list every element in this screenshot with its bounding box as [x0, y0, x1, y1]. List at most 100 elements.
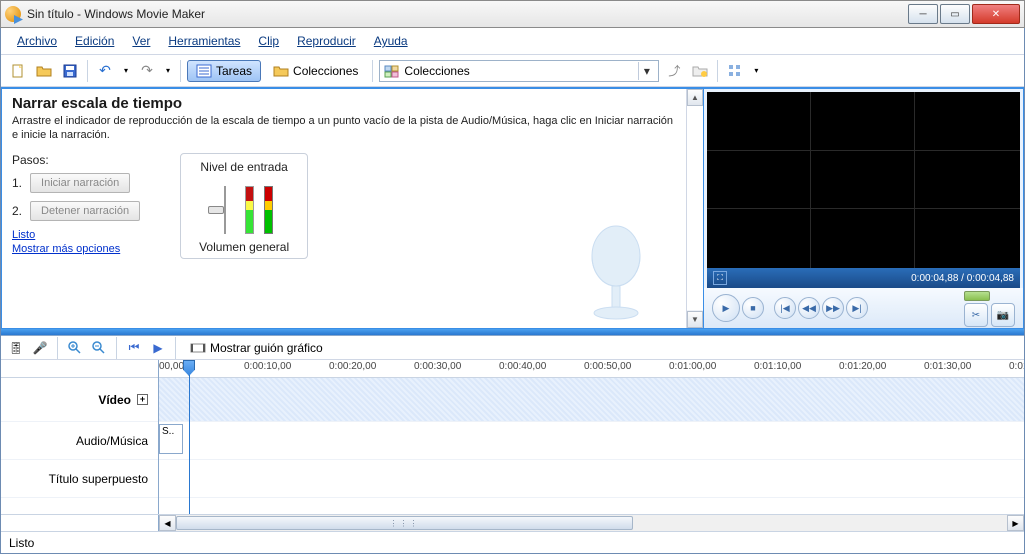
new-folder-button[interactable] [689, 60, 711, 82]
track-label-title: Título superpuesto [1, 460, 158, 498]
forward-button[interactable]: ▶▶ [822, 297, 844, 319]
scroll-left-arrow[interactable]: ◀ [159, 515, 176, 531]
menu-file[interactable]: Archivo [9, 32, 65, 50]
chevron-down-icon: ▾ [638, 62, 654, 80]
toolbar: ↶ ▾ ↷ ▾ Tareas Colecciones Colecciones ▾… [1, 55, 1024, 87]
steps-label: Pasos: [12, 153, 140, 167]
zoom-in-button[interactable] [66, 339, 84, 357]
step-number: 2. [12, 204, 22, 218]
timeline-ruler[interactable]: 00,000:00:10,000:00:20,000:00:30,000:00:… [159, 360, 1024, 378]
stop-button[interactable]: ■ [742, 297, 764, 319]
collection-combo-value: Colecciones [404, 64, 469, 78]
ruler-tick: 0:01:30,00 [924, 361, 971, 372]
expand-video-button[interactable]: + [137, 394, 148, 405]
view-dropdown[interactable]: ▾ [750, 60, 762, 82]
view-button[interactable] [724, 60, 746, 82]
task-heading: Narrar escala de tiempo [12, 95, 676, 112]
stop-narration-button[interactable]: Detener narración [30, 201, 140, 221]
menu-clip[interactable]: Clip [250, 32, 287, 50]
menu-edit[interactable]: Edición [67, 32, 122, 50]
video-track[interactable] [159, 378, 1024, 422]
scroll-thumb[interactable]: ⋮⋮⋮ [176, 516, 633, 530]
more-options-link[interactable]: Mostrar más opciones [12, 243, 140, 255]
snapshot-button[interactable]: 📷 [991, 303, 1015, 327]
collection-combo-icon [384, 63, 400, 79]
scroll-up-arrow[interactable]: ▲ [687, 89, 703, 106]
preview-time: 0:00:04,88 / 0:00:04,88 [911, 273, 1014, 284]
collections-label: Colecciones [293, 64, 358, 78]
preview-controls: ▶ ■ |◀ ◀◀ ▶▶ ▶| ✂ 📷 [704, 288, 1023, 328]
new-project-button[interactable] [7, 60, 29, 82]
status-text: Listo [9, 536, 34, 550]
tasks-button[interactable]: Tareas [187, 60, 261, 82]
separator [57, 337, 58, 359]
rewind-button[interactable]: ◀◀ [798, 297, 820, 319]
play-button[interactable]: ▶ [712, 294, 740, 322]
preview-timebar: ⛶ 0:00:04,88 / 0:00:04,88 [707, 268, 1020, 288]
narrate-button[interactable]: 🎤 [31, 339, 49, 357]
save-button[interactable] [59, 60, 81, 82]
task-vscrollbar[interactable]: ▲ ▼ [686, 89, 703, 328]
audio-track[interactable]: S.. [159, 422, 1024, 460]
task-description: Arrastre el indicador de reproducción de… [12, 114, 676, 143]
ruler-tick: 0:01:10,00 [754, 361, 801, 372]
done-link[interactable]: Listo [12, 229, 140, 241]
show-storyboard-button[interactable]: Mostrar guión gráfico [184, 340, 329, 356]
timeline-play-button[interactable]: ▶ [149, 339, 167, 357]
preview-monitor [707, 92, 1020, 268]
menu-help[interactable]: Ayuda [366, 32, 416, 50]
fullscreen-button[interactable]: ⛶ [713, 271, 727, 285]
timeline-tracks[interactable]: 00,000:00:10,000:00:20,000:00:30,000:00:… [159, 360, 1024, 514]
separator [717, 60, 718, 82]
collection-combobox[interactable]: Colecciones ▾ [379, 60, 659, 82]
folder-icon [273, 63, 289, 79]
menu-play[interactable]: Reproducir [289, 32, 364, 50]
timeline-panel: 🎚 🎤 ⏮ ▶ Mostrar guión gráfico Vídeo + Au… [1, 335, 1024, 531]
track-label-audio: Audio/Música [1, 422, 158, 460]
timeline-toolbar: 🎚 🎤 ⏮ ▶ Mostrar guión gráfico [1, 336, 1024, 360]
step-number: 1. [12, 176, 22, 190]
menu-bar: Archivo Edición Ver Herramientas Clip Re… [1, 28, 1024, 55]
ruler-tick: 0:00:30,00 [414, 361, 461, 372]
menu-tools[interactable]: Herramientas [160, 32, 248, 50]
ruler-tick: 0:00:10,00 [244, 361, 291, 372]
open-button[interactable] [33, 60, 55, 82]
volume-slider[interactable] [215, 186, 235, 234]
audio-clip[interactable]: S.. [159, 424, 183, 454]
title-track[interactable] [159, 460, 1024, 498]
timeline-rewind-button[interactable]: ⏮ [125, 339, 143, 357]
collections-button[interactable]: Colecciones [265, 61, 366, 81]
app-icon [5, 6, 21, 22]
ruler-tick: 00,00 [159, 361, 184, 372]
status-bar: Listo [1, 531, 1024, 553]
playhead-line [189, 360, 190, 514]
track-label-video: Vídeo + [1, 378, 158, 422]
start-narration-button[interactable]: Iniciar narración [30, 173, 130, 193]
level-meter-left [245, 186, 254, 234]
undo-dropdown[interactable]: ▾ [120, 60, 132, 82]
redo-dropdown[interactable]: ▾ [162, 60, 174, 82]
minimize-button[interactable]: ─ [908, 4, 938, 24]
close-button[interactable]: ✕ [972, 4, 1020, 24]
microphone-illustration [566, 218, 666, 328]
timeline-hscrollbar[interactable]: ◀ ⋮⋮⋮ ▶ [1, 514, 1024, 531]
zoom-out-button[interactable] [90, 339, 108, 357]
split-button[interactable]: ✂ [964, 303, 988, 327]
preview-pane: ⛶ 0:00:04,88 / 0:00:04,88 ▶ ■ |◀ ◀◀ ▶▶ ▶… [704, 89, 1024, 329]
timeline-track-labels: Vídeo + Audio/Música Título superpuesto [1, 360, 159, 514]
scroll-right-arrow[interactable]: ▶ [1007, 515, 1024, 531]
scroll-down-arrow[interactable]: ▼ [687, 311, 703, 328]
window-title: Sin título - Windows Movie Maker [27, 7, 908, 21]
input-level-panel: Nivel de entrada Volumen general [180, 153, 308, 259]
tasks-label: Tareas [216, 64, 252, 78]
up-level-button[interactable]: ⤴ [663, 60, 685, 82]
redo-button[interactable]: ↷ [136, 60, 158, 82]
ruler-tick: 0:00:40,00 [499, 361, 546, 372]
undo-button[interactable]: ↶ [94, 60, 116, 82]
menu-view[interactable]: Ver [124, 32, 158, 50]
prev-clip-button[interactable]: |◀ [774, 297, 796, 319]
maximize-button[interactable]: ▭ [940, 4, 970, 24]
next-clip-button[interactable]: ▶| [846, 297, 868, 319]
set-audio-levels-button[interactable]: 🎚 [7, 339, 25, 357]
level-meter-right [264, 186, 273, 234]
